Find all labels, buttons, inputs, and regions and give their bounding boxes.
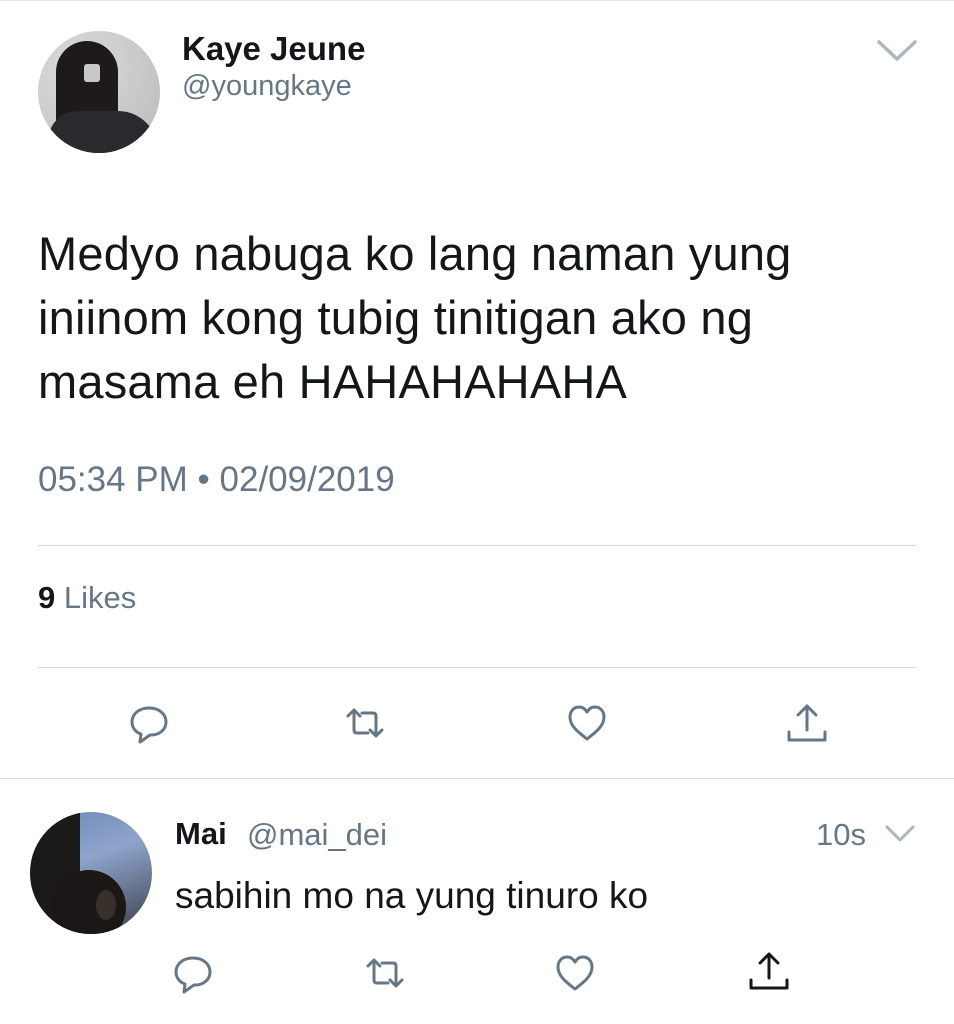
reply-handle[interactable]: @mai_dei (247, 817, 387, 853)
like-icon[interactable] (552, 950, 598, 996)
divider (38, 667, 917, 668)
likes-label: Likes (63, 580, 137, 615)
tweet-text: Medyo nabuga ko lang naman yung iniinom … (38, 227, 792, 408)
reply-text: sabihin mo na yung tinuro ko (175, 875, 649, 916)
top-border (0, 0, 954, 1)
share-icon[interactable] (784, 700, 830, 746)
like-icon[interactable] (564, 700, 610, 746)
retweet-icon[interactable] (362, 950, 408, 996)
share-icon[interactable] (746, 948, 792, 994)
likes-number: 9 (38, 580, 56, 615)
chevron-down-icon[interactable] (876, 38, 918, 64)
reply-avatar[interactable] (30, 812, 152, 934)
display-name[interactable]: Kaye Jeune (182, 30, 365, 68)
reply-tweet[interactable]: Mai @mai_dei 10s sabihin mo na yung tinu… (0, 780, 954, 1024)
reply-time: 10s (816, 817, 866, 852)
reply-display-name[interactable]: Mai (175, 816, 227, 852)
retweet-icon[interactable] (342, 700, 388, 746)
divider (38, 545, 917, 546)
reply-icon[interactable] (126, 700, 172, 746)
tweet-timestamp: 05:34 PM • 02/09/2019 (38, 460, 395, 499)
section-divider (0, 778, 954, 779)
avatar[interactable] (38, 31, 160, 153)
user-handle[interactable]: @youngkaye (182, 70, 352, 103)
reply-icon[interactable] (170, 950, 216, 996)
chevron-down-icon[interactable] (884, 823, 916, 845)
likes-count[interactable]: 9 Likes (38, 580, 136, 616)
